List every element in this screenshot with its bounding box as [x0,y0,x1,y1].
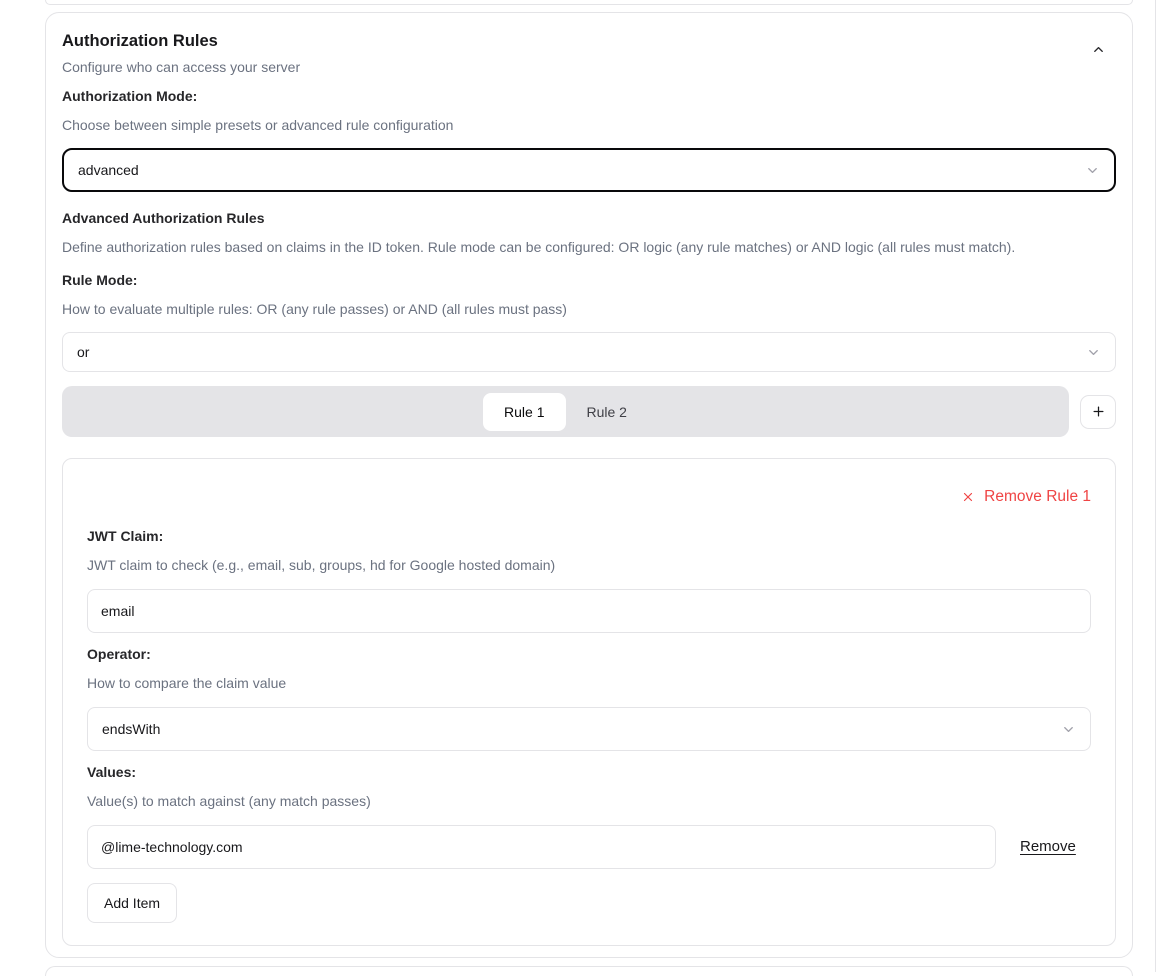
value-input[interactable]: @lime-technology.com [87,825,996,869]
next-card-edge [45,966,1133,976]
section-subtitle: Configure who can access your server [62,57,300,77]
value-item-row: @lime-technology.com Remove [87,825,1091,869]
authorization-mode-description: Choose between simple presets or advance… [62,115,1116,135]
authorization-mode-select-value: advanced [78,162,139,178]
rules-tablist: Rule 1 Rule 2 [62,386,1069,437]
add-rule-button[interactable] [1080,395,1116,429]
jwt-claim-input[interactable]: email [87,589,1091,633]
tab-rule-1[interactable]: Rule 1 [483,393,565,431]
collapse-section-button[interactable] [1087,38,1110,61]
x-icon [961,490,975,504]
rule-mode-label: Rule Mode: [62,270,1116,290]
rule-mode-description: How to evaluate multiple rules: OR (any … [62,299,1116,319]
advanced-rules-label: Advanced Authorization Rules [62,208,1116,228]
plus-icon [1091,404,1106,419]
operator-select[interactable]: endsWith [87,707,1091,751]
jwt-claim-label: JWT Claim: [87,526,1091,546]
rule-mode-select-value: or [77,344,89,360]
operator-description: How to compare the claim value [87,673,1091,693]
rule-1-editor-card: Remove Rule 1 JWT Claim: JWT claim to ch… [62,458,1116,946]
card-header: Authorization Rules Configure who can ac… [62,30,1116,77]
authorization-mode-label: Authorization Mode: [62,86,1116,106]
authorization-mode-select[interactable]: advanced [62,148,1116,192]
card-header-text: Authorization Rules Configure who can ac… [62,30,300,77]
chevron-up-icon [1091,42,1106,57]
panel-right-border [1155,0,1156,972]
rule-mode-select[interactable]: or [62,332,1116,372]
remove-rule-row: Remove Rule 1 [87,485,1091,509]
tab-rule-2[interactable]: Rule 2 [566,393,648,431]
remove-rule-button[interactable]: Remove Rule 1 [961,485,1091,509]
operator-select-value: endsWith [102,721,160,737]
values-description: Value(s) to match against (any match pas… [87,791,1091,811]
chevron-down-icon [1061,722,1076,737]
authorization-rules-card: Authorization Rules Configure who can ac… [45,12,1133,958]
operator-label: Operator: [87,644,1091,664]
chevron-down-icon [1085,163,1100,178]
values-label: Values: [87,762,1091,782]
section-title: Authorization Rules [62,30,300,52]
chevron-down-icon [1086,345,1101,360]
jwt-claim-description: JWT claim to check (e.g., email, sub, gr… [87,555,1091,575]
settings-panel: Authorization Rules Configure who can ac… [45,0,1133,976]
add-item-button[interactable]: Add Item [87,883,177,923]
previous-card-edge [45,0,1133,5]
remove-rule-label: Remove Rule 1 [984,485,1091,509]
advanced-rules-description: Define authorization rules based on clai… [62,237,1116,257]
remove-value-button[interactable]: Remove [1020,836,1076,858]
rules-tabs-row: Rule 1 Rule 2 [62,386,1116,437]
